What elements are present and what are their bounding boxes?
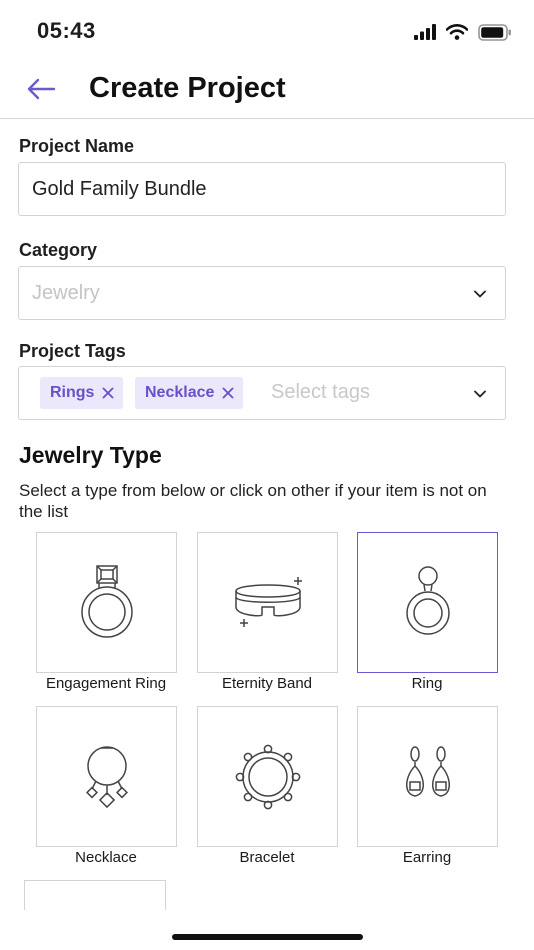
jewelry-type-earring[interactable] xyxy=(357,706,498,847)
jewelry-type-description: Select a type from below or click on oth… xyxy=(19,481,487,521)
close-icon[interactable] xyxy=(222,387,234,399)
jewelry-type-ring[interactable] xyxy=(357,532,498,673)
jewelry-type-bracelet[interactable] xyxy=(197,706,338,847)
eternity-band-icon xyxy=(234,576,302,627)
tag-label: Rings xyxy=(50,384,95,401)
project-name-field xyxy=(18,162,506,216)
status-time: 05:43 xyxy=(37,18,96,43)
battery-icon xyxy=(478,23,511,41)
jewelry-type-necklace[interactable] xyxy=(36,706,177,847)
home-indicator xyxy=(172,934,363,940)
jewelry-type-label: Engagement Ring xyxy=(45,675,167,692)
ring-icon xyxy=(405,565,450,635)
jewelry-type-label: Bracelet xyxy=(239,849,295,866)
project-tags-select[interactable]: Rings Necklace Select tags xyxy=(18,366,506,420)
category-value: Jewelry xyxy=(32,282,100,304)
earring-icon xyxy=(405,745,450,797)
status-icons xyxy=(414,20,512,44)
jewelry-type-label: Earring xyxy=(402,849,452,866)
signal-icon xyxy=(414,24,436,40)
page-title: Create Project xyxy=(89,72,286,104)
project-name-input[interactable] xyxy=(19,163,505,215)
chevron-down-icon xyxy=(473,287,487,301)
tag-chip-necklace: Necklace xyxy=(135,377,244,409)
engagement-ring-icon xyxy=(80,564,133,638)
jewelry-type-label: Eternity Band xyxy=(221,675,313,692)
tags-placeholder: Select tags xyxy=(271,381,370,403)
jewelry-type-label: Ring xyxy=(411,675,443,692)
category-label: Category xyxy=(19,240,98,260)
jewelry-type-label: Necklace xyxy=(75,849,137,866)
arrow-left-icon xyxy=(27,78,56,100)
chevron-down-icon xyxy=(473,387,487,401)
necklace-icon xyxy=(85,745,128,808)
wifi-icon xyxy=(446,24,468,40)
jewelry-type-eternity-band[interactable] xyxy=(197,532,338,673)
tag-chip-rings: Rings xyxy=(40,377,124,409)
back-button[interactable] xyxy=(24,74,58,104)
project-tags-label: Project Tags xyxy=(19,341,126,361)
jewelry-type-title: Jewelry Type xyxy=(19,442,162,468)
jewelry-type-partial-tile[interactable] xyxy=(24,880,166,910)
close-icon[interactable] xyxy=(102,387,114,399)
bracelet-icon xyxy=(235,744,300,809)
nav-bar: Create Project xyxy=(0,62,534,119)
category-select[interactable]: Jewelry xyxy=(18,266,506,320)
project-name-label: Project Name xyxy=(19,136,135,156)
tag-label: Necklace xyxy=(145,384,215,401)
status-bar: 05:43 xyxy=(0,0,534,62)
jewelry-type-engagement-ring[interactable] xyxy=(36,532,177,673)
